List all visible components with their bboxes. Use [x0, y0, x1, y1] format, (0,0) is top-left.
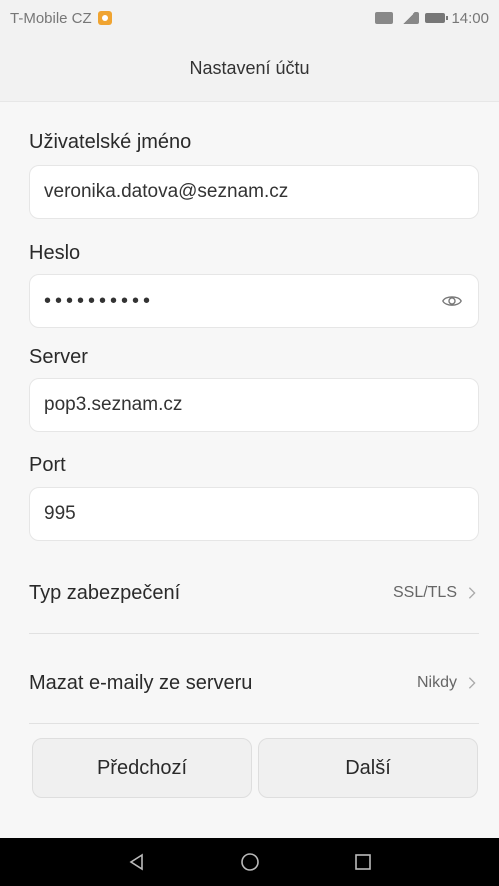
username-value: veronika.datova@seznam.cz — [44, 181, 289, 202]
security-type-value: SSL/TLS — [392, 584, 457, 601]
password-field[interactable]: •••••••••• — [29, 274, 479, 328]
username-field[interactable]: veronika.datova@seznam.cz — [29, 165, 479, 219]
delete-emails-row[interactable]: Mazat e-maily ze serveru Nikdy — [29, 663, 479, 703]
next-button-label: Další — [345, 756, 391, 779]
server-value: pop3.seznam.cz — [44, 394, 183, 415]
signal-icon — [399, 12, 420, 24]
server-field[interactable]: pop3.seznam.cz — [29, 378, 479, 432]
chevron-right-icon — [468, 587, 476, 599]
status-time: 14:00 — [451, 9, 489, 27]
status-icons: 14:00 — [375, 10, 489, 27]
notification-icon — [97, 11, 112, 25]
security-type-label: Typ zabezpečení — [29, 581, 181, 604]
password-label: Heslo — [29, 242, 81, 264]
chevron-right-icon — [468, 677, 476, 689]
battery-icon — [425, 13, 449, 23]
port-label: Port — [29, 454, 66, 476]
recents-icon[interactable] — [343, 842, 383, 882]
security-type-row[interactable]: Typ zabezpečení SSL/TLS — [29, 573, 479, 613]
security-type-value-group: SSL/TLS — [393, 584, 479, 602]
password-value: •••••••••• — [44, 289, 155, 312]
delete-emails-value: Nikdy — [416, 674, 457, 691]
port-value: 995 — [44, 503, 76, 524]
delete-emails-label: Mazat e-maily ze serveru — [29, 671, 253, 694]
eye-icon[interactable] — [440, 289, 464, 313]
port-field[interactable]: 995 — [29, 487, 479, 541]
divider — [29, 633, 479, 634]
divider — [29, 723, 479, 724]
previous-button[interactable]: Předchozí — [32, 738, 252, 798]
back-icon[interactable] — [117, 842, 157, 882]
page-title: Nastavení účtu — [189, 58, 310, 78]
carrier-group: T-Mobile CZ — [10, 10, 112, 27]
status-bar: T-Mobile CZ 14:00 — [0, 0, 499, 36]
home-icon[interactable] — [230, 842, 270, 882]
delete-emails-value-group: Nikdy — [417, 674, 479, 692]
username-label: Uživatelské jméno — [29, 131, 192, 153]
carrier-label: T-Mobile CZ — [10, 9, 92, 27]
next-button[interactable]: Další — [258, 738, 478, 798]
roaming-icon — [375, 12, 394, 24]
navigation-bar — [0, 838, 499, 886]
server-label: Server — [29, 346, 88, 368]
title-bar: Nastavení účtu — [0, 36, 499, 102]
previous-button-label: Předchozí — [96, 756, 188, 779]
